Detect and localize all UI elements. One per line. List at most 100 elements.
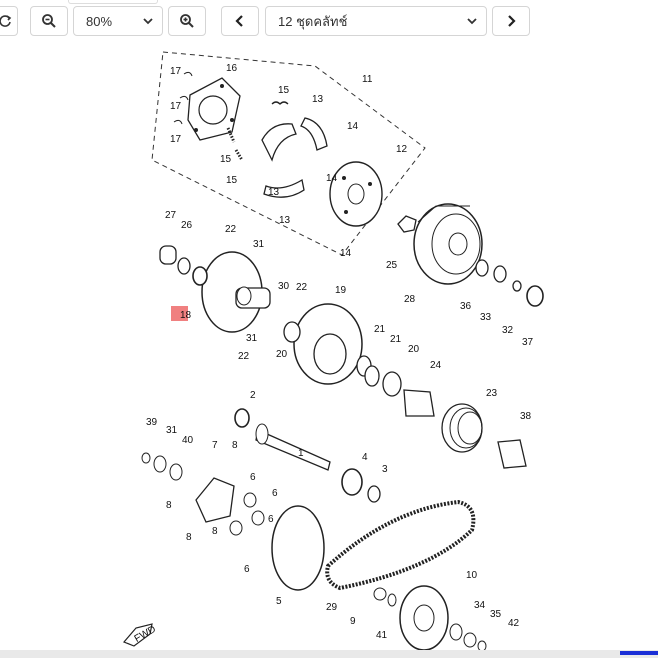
tab-edge [68, 0, 158, 4]
exploded-parts-diagram: FWD 1234566667 88889101112131313141414151… [122, 51, 544, 652]
callout-13: 13 [268, 187, 280, 198]
part-15-spring [234, 149, 244, 161]
part-6-roller [229, 520, 243, 536]
part-26-bearing [192, 266, 208, 286]
part-38-bearing [526, 285, 544, 307]
callout-28: 28 [404, 294, 416, 305]
callout-20: 20 [408, 344, 420, 355]
callout-38: 38 [520, 411, 532, 422]
callout-22: 22 [296, 282, 308, 293]
zoom-select[interactable]: 80% [73, 6, 163, 36]
callout-26: 26 [181, 220, 193, 231]
part-19-sliding-sheave [293, 303, 363, 385]
part-32-washer [153, 455, 167, 473]
callout-41: 41 [376, 630, 388, 641]
callout-33: 33 [480, 312, 492, 323]
part-41-washer [169, 463, 183, 481]
zoom-out-icon [42, 14, 56, 28]
callout-40: 40 [182, 435, 194, 446]
part-20-oring [382, 371, 402, 397]
part-1-primary-shaft [255, 423, 331, 471]
callout-6: 6 [272, 488, 278, 499]
part-42-washer [387, 593, 397, 607]
part-25-nut [397, 215, 417, 233]
callout-15: 15 [220, 154, 232, 165]
callout-37: 37 [522, 337, 534, 348]
callout-31: 31 [246, 333, 258, 344]
callout-25: 25 [386, 260, 398, 271]
part-2-bearing [234, 408, 250, 428]
callout-24: 24 [430, 360, 442, 371]
part-27-clip [177, 257, 191, 275]
callout-7: 7 [212, 440, 218, 451]
callout-13: 13 [279, 215, 291, 226]
callout-8: 8 [166, 500, 172, 511]
part-10-fan-sheave [399, 585, 449, 651]
refresh-button[interactable] [0, 6, 18, 36]
callout-17: 17 [170, 101, 182, 112]
refresh-icon [0, 15, 12, 27]
callout-29: 29 [326, 602, 338, 613]
callout-17: 17 [170, 66, 182, 77]
part-23-compression-spring [441, 403, 483, 453]
next-section-button[interactable] [492, 6, 530, 36]
fwd-label: FWD [133, 624, 158, 645]
callout-1: 1 [298, 448, 304, 459]
callout-34: 34 [474, 600, 486, 611]
callout-21: 21 [374, 324, 386, 335]
part-5-primary-sheave [271, 505, 325, 591]
callout-13: 13 [312, 94, 324, 105]
zoom-in-icon [180, 14, 194, 28]
callout-23: 23 [486, 388, 498, 399]
part-18-secondary-sheave [201, 251, 271, 333]
part-17-pin [183, 71, 193, 77]
zoom-out-button[interactable] [30, 6, 68, 36]
diagram-viewer[interactable]: FWD 1 2 3 4 5 6 6 6 6 7 8 8 8 8 9 10 11 12 13 13 13 14 14 14 15 1… [40, 46, 620, 658]
horizontal-scrollbar[interactable] [0, 650, 658, 658]
callout-14: 14 [326, 173, 338, 184]
zoom-value: 80% [86, 13, 113, 29]
zoom-in-button[interactable] [168, 6, 206, 36]
part-35-washer [449, 623, 463, 641]
part-20-oring [283, 321, 301, 343]
part-39-cup [497, 439, 527, 469]
part-6-roller [251, 510, 265, 526]
callout-4: 4 [362, 452, 368, 463]
viewer-toolbar: 80% 12 ชุดคลัทช์ [0, 0, 658, 44]
callout-14: 14 [347, 121, 359, 132]
part-29-clutch-housing [413, 203, 483, 285]
callout-21: 21 [390, 334, 402, 345]
callout-17: 17 [170, 134, 182, 145]
part-40-washer [141, 452, 151, 464]
part-24-guide [403, 389, 435, 417]
section-value: 12 ชุดคลัทช์ [278, 13, 348, 29]
callout-35: 35 [490, 609, 502, 620]
callout-6: 6 [268, 514, 274, 525]
callout-15: 15 [226, 175, 238, 186]
callout-8: 8 [186, 532, 192, 543]
callout-11: 11 [362, 74, 373, 85]
part-37-washer [475, 259, 489, 277]
part-12-clutch-carrier [329, 161, 383, 227]
callout-12: 12 [396, 144, 408, 155]
part-21-oring [364, 365, 380, 387]
part-4-bearing [341, 468, 363, 496]
part-30-drive-belt [325, 499, 476, 591]
callout-22: 22 [238, 351, 250, 362]
callout-8: 8 [212, 526, 218, 537]
callout-19: 19 [335, 285, 347, 296]
callout-8: 8 [232, 440, 238, 451]
callout-10: 10 [466, 570, 478, 581]
scroll-indicator [620, 651, 658, 655]
section-select[interactable]: 12 ชุดคลัทช์ [265, 6, 487, 36]
callout-31: 31 [166, 425, 178, 436]
part-34-washer [493, 265, 507, 283]
chevron-left-icon [235, 15, 243, 27]
callout-36: 36 [460, 301, 472, 312]
callout-42: 42 [508, 618, 520, 629]
callout-18[interactable]: 18 [180, 310, 192, 321]
part-13-shoe [261, 123, 297, 162]
part-28-bearing [159, 245, 177, 265]
prev-section-button[interactable] [221, 6, 259, 36]
callout-6: 6 [250, 472, 256, 483]
